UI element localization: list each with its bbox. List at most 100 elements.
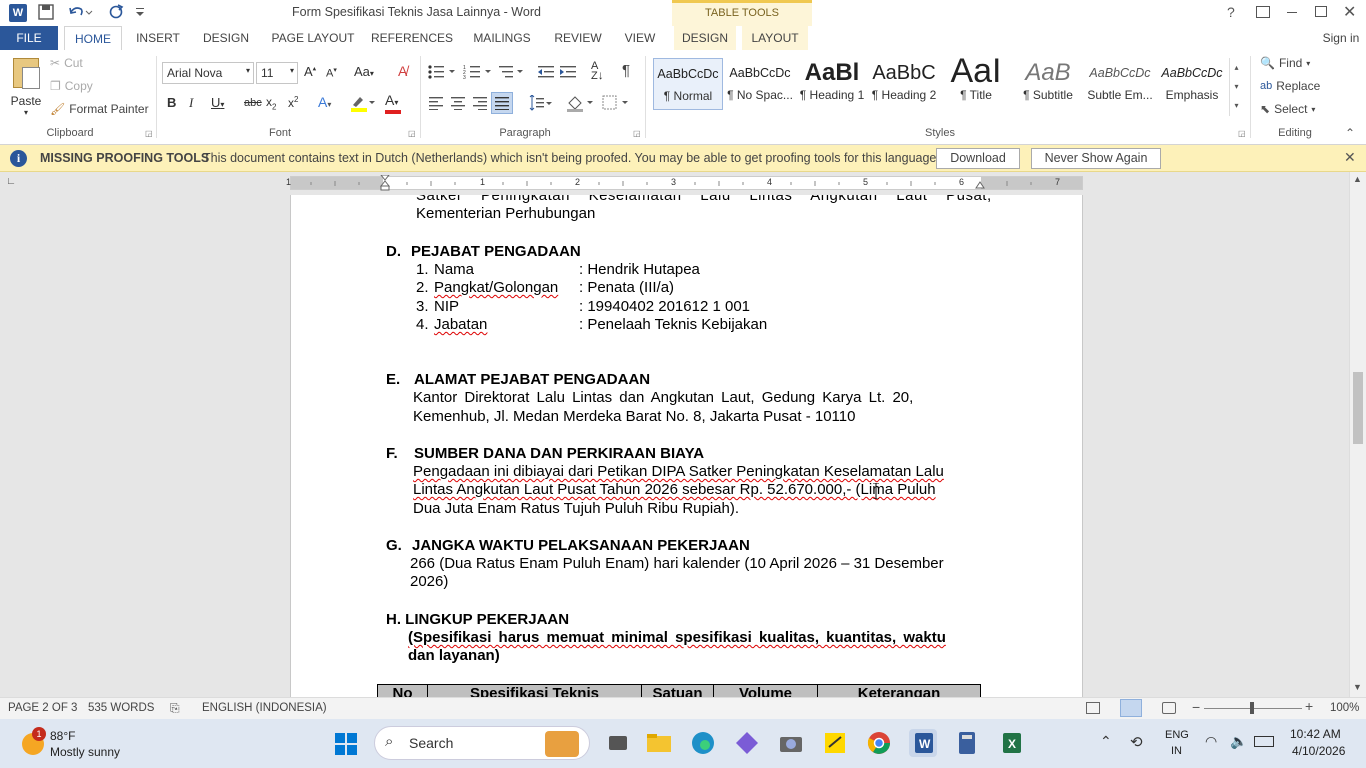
bold-icon[interactable]: B bbox=[167, 95, 176, 110]
language-indicator[interactable]: ENGLISH (INDONESIA) bbox=[202, 702, 327, 714]
zoom-slider[interactable] bbox=[1204, 702, 1302, 714]
font-launcher-icon[interactable]: ◲ bbox=[408, 129, 416, 138]
style-subtle-emphasis[interactable]: AaBbCcDc Subtle Em... bbox=[1085, 58, 1155, 110]
close-icon[interactable]: ✕ bbox=[1343, 2, 1356, 22]
tab-view[interactable]: VIEW bbox=[616, 26, 664, 50]
chrome-icon[interactable] bbox=[865, 729, 893, 757]
increase-indent-icon[interactable] bbox=[559, 64, 577, 80]
align-left-icon[interactable] bbox=[428, 96, 444, 110]
clock-date[interactable]: 4/10/2026 bbox=[1292, 744, 1345, 758]
style-subtitle[interactable]: AaB ¶ Subtitle bbox=[1013, 58, 1083, 110]
clock-time[interactable]: 10:42 AM bbox=[1290, 727, 1341, 741]
format-painter-button[interactable]: 🖌 Format Painter bbox=[50, 102, 149, 116]
copy-button[interactable]: ❐ Copy bbox=[50, 79, 93, 93]
multilevel-list-icon[interactable] bbox=[498, 64, 528, 80]
grow-font-icon[interactable]: A▴ bbox=[304, 64, 316, 79]
sign-in-link[interactable]: Sign in bbox=[1318, 26, 1364, 50]
superscript-icon[interactable]: x2 bbox=[288, 95, 298, 110]
show-hide-marks-icon[interactable]: ¶ bbox=[622, 62, 630, 79]
calculator-icon[interactable] bbox=[953, 729, 981, 757]
italic-icon[interactable]: I bbox=[189, 95, 193, 111]
select-button[interactable]: ⬉ Select ▾ bbox=[1260, 102, 1315, 116]
page-count[interactable]: PAGE 2 OF 3 bbox=[8, 702, 77, 714]
scroll-up-icon[interactable]: ▲ bbox=[1353, 174, 1362, 184]
vertical-scrollbar[interactable]: ▲ ▼ bbox=[1349, 172, 1366, 697]
tab-review[interactable]: REVIEW bbox=[548, 26, 608, 50]
document-page[interactable]: Satker Peningkatan Keselamatan Lalu Lint… bbox=[290, 195, 1083, 697]
wifi-icon[interactable]: ◠ bbox=[1205, 733, 1217, 750]
align-right-icon[interactable] bbox=[472, 96, 488, 110]
word-count[interactable]: 535 WORDS bbox=[88, 702, 154, 714]
read-mode-icon[interactable] bbox=[1086, 702, 1100, 714]
chevron-down-icon[interactable]: ▾ bbox=[1230, 77, 1243, 96]
shrink-font-icon[interactable]: A▾ bbox=[326, 66, 337, 80]
style-no-spacing[interactable]: AaBbCcDc ¶ No Spac... bbox=[725, 58, 795, 110]
scroll-thumb[interactable] bbox=[1353, 372, 1363, 444]
ribbon-display-options-icon[interactable] bbox=[1256, 6, 1270, 18]
sync-icon[interactable]: ⟲ bbox=[1130, 733, 1143, 751]
battery-icon[interactable] bbox=[1254, 736, 1274, 747]
collapse-ribbon-icon[interactable]: ⌃ bbox=[1345, 126, 1355, 140]
chevron-up-icon[interactable]: ▴ bbox=[1230, 58, 1243, 77]
more-styles-icon[interactable]: ▾ bbox=[1230, 96, 1243, 115]
subscript-icon[interactable]: x2 bbox=[266, 95, 276, 111]
cut-button[interactable]: ✂ Cut bbox=[50, 56, 83, 70]
tab-page-layout[interactable]: PAGE LAYOUT bbox=[266, 26, 360, 50]
camera-icon[interactable] bbox=[777, 729, 805, 757]
tab-mailings[interactable]: MAILINGS bbox=[464, 26, 540, 50]
tab-file[interactable]: FILE bbox=[0, 26, 58, 50]
replace-button[interactable]: ab Replace bbox=[1260, 79, 1320, 93]
font-size-box[interactable]: 11 ▾ bbox=[256, 62, 298, 84]
tab-design[interactable]: DESIGN bbox=[196, 26, 256, 50]
zoom-in-icon[interactable]: + bbox=[1305, 698, 1313, 714]
decrease-indent-icon[interactable] bbox=[537, 64, 555, 80]
weather-widget[interactable]: 1 88°F Mostly sunny bbox=[20, 725, 160, 763]
file-explorer-icon[interactable] bbox=[645, 729, 673, 757]
shading-icon[interactable] bbox=[566, 94, 596, 112]
copilot-icon[interactable] bbox=[733, 729, 761, 757]
print-layout-icon[interactable] bbox=[1120, 699, 1142, 717]
tab-selector-icon[interactable]: ∟ bbox=[4, 176, 18, 190]
undo-icon[interactable] bbox=[68, 4, 94, 20]
clipboard-launcher-icon[interactable]: ◲ bbox=[145, 129, 153, 138]
tab-insert[interactable]: INSERT bbox=[130, 26, 186, 50]
font-color-icon[interactable]: A▾ bbox=[385, 93, 413, 114]
change-case-icon[interactable]: Aa▾ bbox=[354, 64, 374, 79]
zoom-out-icon[interactable]: − bbox=[1192, 699, 1200, 715]
scroll-down-icon[interactable]: ▼ bbox=[1353, 682, 1362, 692]
edge-icon[interactable] bbox=[689, 729, 717, 757]
excel-icon[interactable]: X bbox=[997, 729, 1025, 757]
help-icon[interactable]: ? bbox=[1227, 4, 1235, 20]
find-button[interactable]: 🔍 Find ▾ bbox=[1260, 56, 1310, 70]
never-show-again-button[interactable]: Never Show Again bbox=[1031, 148, 1161, 169]
style-heading-1[interactable]: AaBl ¶ Heading 1 bbox=[797, 58, 867, 110]
align-center-icon[interactable] bbox=[450, 96, 466, 110]
tab-table-layout[interactable]: LAYOUT bbox=[742, 26, 808, 50]
paste-button[interactable]: Paste ▾ bbox=[6, 56, 46, 122]
horizontal-ruler[interactable]: 1 1 2 3 4 5 6 7 bbox=[286, 175, 1083, 191]
line-spacing-icon[interactable] bbox=[527, 95, 553, 111]
input-language-1[interactable]: ENG bbox=[1165, 729, 1189, 741]
word-taskbar-icon[interactable]: W bbox=[909, 729, 937, 757]
clear-formatting-icon[interactable]: A̸ bbox=[398, 63, 407, 79]
right-indent-marker[interactable] bbox=[975, 179, 985, 189]
indent-marker[interactable] bbox=[380, 175, 390, 191]
style-title[interactable]: AaI ¶ Title bbox=[941, 58, 1011, 110]
style-normal[interactable]: AaBbCcDc ¶ Normal bbox=[653, 58, 723, 110]
styles-launcher-icon[interactable]: ◲ bbox=[1238, 129, 1246, 138]
proofing-icon[interactable]: ⎘ bbox=[170, 701, 180, 716]
tab-table-design[interactable]: DESIGN bbox=[674, 26, 736, 50]
sort-icon[interactable]: A Z↓ bbox=[591, 61, 604, 82]
highlight-icon[interactable] bbox=[350, 93, 376, 113]
style-heading-2[interactable]: AaBbC ¶ Heading 2 bbox=[869, 58, 939, 110]
bullets-icon[interactable] bbox=[427, 64, 457, 80]
volume-icon[interactable]: 🔈 bbox=[1230, 733, 1247, 750]
zoom-thumb[interactable] bbox=[1250, 702, 1254, 714]
underline-icon[interactable]: U▾ bbox=[211, 95, 224, 110]
minimize-icon[interactable] bbox=[1287, 12, 1297, 13]
task-view-icon[interactable] bbox=[604, 729, 632, 757]
restore-icon[interactable] bbox=[1315, 6, 1327, 17]
download-button[interactable]: Download bbox=[936, 148, 1020, 169]
justify-icon[interactable] bbox=[491, 92, 513, 114]
close-message-icon[interactable]: ✕ bbox=[1344, 149, 1356, 166]
